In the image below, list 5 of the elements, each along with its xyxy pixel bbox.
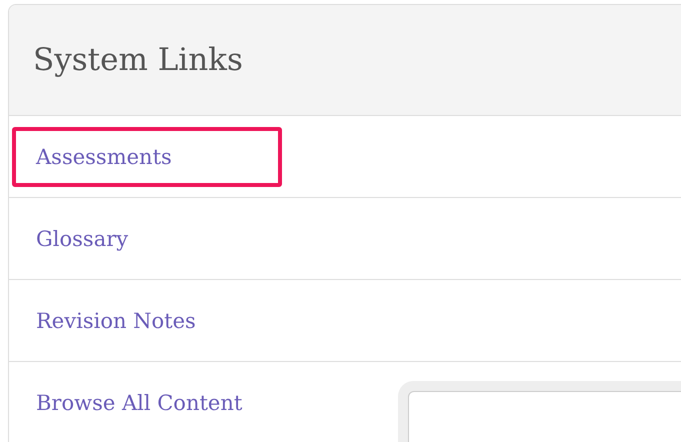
panel-title: System Links: [33, 42, 243, 78]
link[interactable]: Glossary: [36, 226, 128, 250]
link[interactable]: Assessments: [36, 144, 172, 168]
link[interactable]: Browse All Content: [36, 390, 242, 414]
link[interactable]: Revision Notes: [36, 308, 196, 332]
